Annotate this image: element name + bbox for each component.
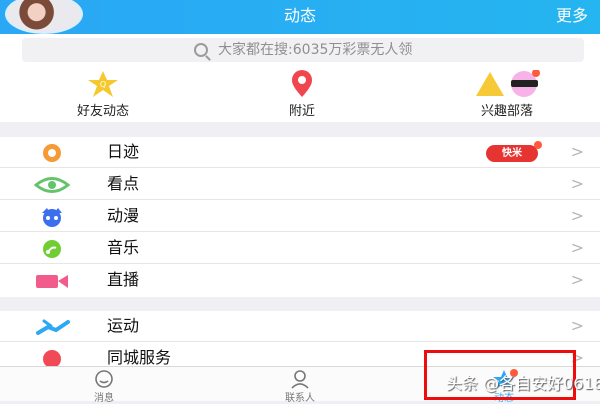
music-icon (43, 240, 61, 258)
section-gap (0, 122, 600, 137)
quick-link-label: 兴趣部落 (480, 104, 533, 119)
chevron-right-icon: > (570, 174, 584, 193)
list-item-music[interactable]: 音乐 > (0, 233, 600, 264)
video-camera-icon (36, 275, 68, 288)
quick-link-label: 附近 (288, 104, 315, 119)
list-item-sports[interactable]: 运动 > (0, 311, 600, 342)
running-icon (36, 319, 70, 335)
contacts-icon (291, 370, 309, 389)
list-item-label: 看点 (107, 174, 140, 193)
search-input[interactable]: 大家都在搜:6035万彩票无人领 (22, 38, 584, 62)
tab-contacts[interactable]: 联系人 (240, 367, 360, 404)
section-gap (0, 297, 600, 311)
feature-list-1: 日迹 快米 > 看点 > 动漫 > 音乐 > 直播 > (0, 137, 600, 297)
quick-links-bar: Q 好友动态 附近 兴趣部落 (0, 65, 600, 122)
list-item-viewpoint[interactable]: 看点 > (0, 169, 600, 200)
chevron-right-icon: > (570, 270, 584, 289)
list-item-label: 直播 (107, 270, 140, 289)
quick-link-friend-updates[interactable]: Q 好友动态 (33, 70, 173, 120)
quick-link-label: 好友动态 (76, 104, 129, 119)
quick-link-interest-tribe[interactable]: 兴趣部落 (437, 70, 577, 120)
top-header: 动态 更多 (0, 0, 600, 34)
tab-label: 消息 (94, 393, 114, 404)
tribe-icon (476, 70, 540, 97)
notification-dot (534, 141, 542, 149)
list-item-anime[interactable]: 动漫 > (0, 201, 600, 232)
quick-link-nearby[interactable]: 附近 (232, 70, 372, 120)
chevron-right-icon: > (570, 142, 584, 161)
camera-story-icon (43, 144, 61, 162)
watermark-text: 头条 @各自安好0618 (446, 374, 600, 393)
search-placeholder: 大家都在搜:6035万彩票无人领 (218, 42, 413, 58)
chevron-right-icon: > (570, 238, 584, 257)
chevron-right-icon: > (570, 206, 584, 225)
message-bubble-icon (95, 370, 113, 388)
tab-messages[interactable]: 消息 (44, 367, 164, 404)
tab-label: 联系人 (285, 393, 315, 404)
search-bar-container: 大家都在搜:6035万彩票无人领 (0, 34, 600, 65)
kuaimi-badge: 快米 (486, 145, 538, 162)
eye-icon (34, 177, 71, 193)
list-item-label: 日迹 (107, 142, 140, 161)
list-item-label: 动漫 (107, 206, 140, 225)
search-icon (193, 43, 208, 57)
location-pin-icon (292, 70, 312, 97)
list-item-label: 音乐 (107, 238, 140, 257)
svg-text:Q: Q (100, 80, 106, 89)
page-title: 动态 (283, 6, 316, 25)
list-item-diary[interactable]: 日迹 快米 > (0, 137, 600, 168)
chevron-right-icon: > (570, 316, 584, 335)
list-item-label: 运动 (107, 316, 140, 335)
more-button[interactable]: 更多 (556, 6, 588, 26)
list-item-live[interactable]: 直播 > (0, 265, 600, 296)
anime-face-icon (42, 208, 62, 227)
list-item-label: 同城服务 (107, 348, 172, 367)
qzone-star-icon: Q (88, 71, 118, 97)
